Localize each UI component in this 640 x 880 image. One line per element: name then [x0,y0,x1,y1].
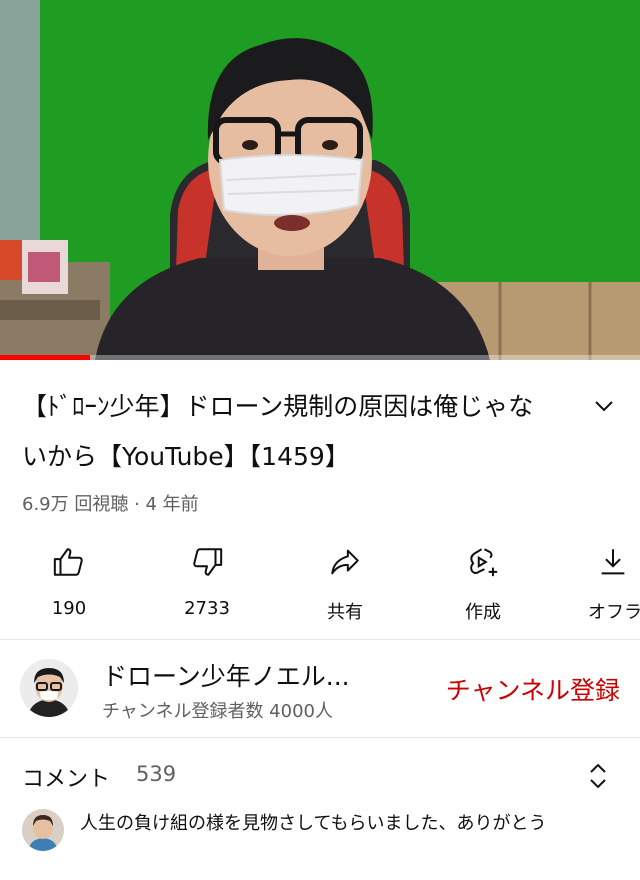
share-button[interactable]: 共有 [276,536,414,632]
video-progress-fill [0,355,90,360]
divider [0,639,640,640]
comments-heading: コメント [22,767,111,792]
comments-expand-button[interactable] [584,759,612,793]
video-title[interactable]: 【ﾄﾞﾛｰﾝ少年】ドローン規制の原因は俺じゃないから【YouTube】【1459… [22,382,552,482]
like-count: 190 [51,598,87,619]
remix-icon [463,542,503,582]
offline-button[interactable]: オフラ [552,536,640,632]
channel-row[interactable]: ドローン少年ノエル... チャンネル登録者数 4000人 チャンネル登録 [0,641,640,737]
channel-avatar[interactable] [20,659,78,717]
thumbs-up-icon [49,542,89,582]
unfold-icon [590,763,606,789]
video-player[interactable] [0,0,640,360]
dislike-count: 2733 [184,598,230,619]
comment-text: 人生の負け組の様を見物さしてもらいました、ありがとう [80,813,547,834]
expand-description-button[interactable] [586,388,622,424]
comments-section[interactable]: コメント 539 人生の負け組の様を見物さしてもらいました、ありがとう [0,739,640,880]
video-meta[interactable]: 6.9万 回視聴 · 4 年前 [22,490,199,516]
chevron-down-icon [595,401,613,412]
thumbs-down-icon [187,542,227,582]
like-button[interactable]: 190 [0,536,138,632]
remix-label: 作成 [465,602,501,623]
channel-name[interactable]: ドローン少年ノエル... [102,657,350,693]
offline-label: オフラ [588,602,640,623]
share-label: 共有 [327,602,363,623]
action-bar: 190 2733 共有 作成 オフラ [0,536,640,632]
dislike-button[interactable]: 2733 [138,536,276,632]
comment-author-avatar[interactable] [22,809,64,851]
remix-button[interactable]: 作成 [414,536,552,632]
share-icon [325,542,365,582]
comments-count: 539 [136,762,177,786]
divider [0,737,640,738]
channel-subscriber-count: チャンネル登録者数 4000人 [102,701,333,722]
video-progress-bar[interactable] [0,355,640,360]
video-frame [0,0,640,360]
download-icon [596,542,636,582]
subscribe-button[interactable]: チャンネル登録 [446,671,620,707]
video-title-row: 【ﾄﾞﾛｰﾝ少年】ドローン規制の原因は俺じゃないから【YouTube】【1459… [22,382,622,492]
